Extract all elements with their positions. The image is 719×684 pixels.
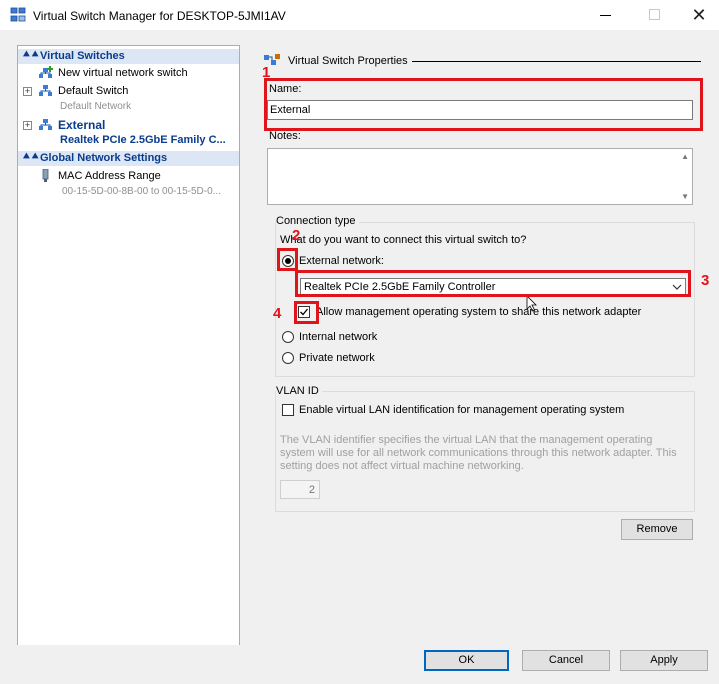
network-switch-icon [39, 85, 52, 96]
close-button[interactable]: ✕ [688, 4, 710, 26]
external-network-label: External network: [299, 255, 384, 267]
button-bar [0, 645, 719, 684]
annotation-box-4 [294, 301, 319, 324]
cancel-button[interactable]: Cancel [522, 650, 610, 671]
tree-item-new-switch[interactable]: New virtual network switch [18, 66, 239, 82]
remove-button[interactable]: Remove [621, 519, 693, 540]
tree-label: New virtual network switch [58, 67, 188, 79]
tree-item-subtext: 00-15-5D-00-8B-00 to 00-15-5D-0... [62, 186, 221, 197]
divider [412, 61, 701, 62]
notes-label: Notes: [269, 130, 301, 142]
connection-question: What do you want to connect this virtual… [280, 234, 527, 246]
vlan-id-field[interactable]: 2 [280, 480, 320, 499]
panel-title: Virtual Switch Properties [288, 55, 408, 67]
collapse-chevron-icon[interactable]: ⯅⯅ [22, 49, 40, 62]
notes-field[interactable]: ▲ ▼ [267, 148, 693, 205]
tree-item-default-switch[interactable]: + Default Switch [18, 84, 239, 100]
switch-tree: ⯅⯅ Virtual Switches New virtual network … [17, 45, 240, 647]
new-switch-icon [39, 66, 53, 78]
internal-network-radio[interactable] [282, 331, 294, 343]
tree-item-mac-range[interactable]: MAC Address Range [18, 169, 239, 185]
tree-item-external[interactable]: + External [18, 118, 239, 134]
apply-button[interactable]: Apply [620, 650, 708, 671]
vlan-id-value: 2 [308, 484, 315, 496]
section-global-network-settings[interactable]: ⯅⯅ Global Network Settings [18, 151, 239, 166]
annotation-box-2 [277, 248, 298, 271]
mac-address-icon [42, 169, 49, 182]
tree-label: MAC Address Range [58, 170, 161, 182]
tree-item-subtext: Realtek PCIe 2.5GbE Family C... [60, 134, 226, 146]
annotation-number-4: 4 [273, 305, 282, 322]
window-title: Virtual Switch Manager for DESKTOP-5JMI1… [33, 9, 286, 23]
scroll-down-icon[interactable]: ▼ [681, 192, 689, 201]
virtual-switch-manager-icon [10, 7, 26, 22]
connection-type-label: Connection type [276, 215, 359, 227]
collapse-chevron-icon[interactable]: ⯅⯅ [22, 151, 40, 164]
annotation-number-1: 1 [262, 64, 271, 81]
section-title: Global Network Settings [40, 152, 168, 164]
ok-button[interactable]: OK [424, 650, 509, 671]
expand-icon[interactable]: + [23, 87, 32, 96]
vlan-description: The VLAN identifier specifies the virtua… [280, 434, 677, 472]
annotation-box-3 [295, 270, 691, 297]
private-network-label: Private network [299, 352, 375, 364]
maximize-button[interactable] [644, 4, 666, 26]
section-virtual-switches[interactable]: ⯅⯅ Virtual Switches [18, 49, 239, 64]
minimize-button[interactable] [595, 4, 617, 26]
section-title: Virtual Switches [40, 50, 125, 62]
tree-label: Default Switch [58, 85, 129, 97]
expand-icon[interactable]: + [23, 121, 32, 130]
private-network-radio[interactable] [282, 352, 294, 364]
tree-label-selected: External [58, 118, 106, 132]
scroll-up-icon[interactable]: ▲ [681, 152, 689, 161]
allow-management-label: Allow management operating system to sha… [316, 306, 642, 318]
annotation-box-1 [264, 78, 703, 131]
annotation-number-2: 2 [292, 227, 301, 244]
vlan-label: VLAN ID [276, 385, 322, 397]
vlan-enable-checkbox[interactable] [282, 404, 294, 416]
internal-network-label: Internal network [299, 331, 378, 343]
network-switch-icon [39, 119, 52, 130]
vlan-enable-label: Enable virtual LAN identification for ma… [299, 404, 625, 416]
tree-item-subtext: Default Network [60, 101, 132, 112]
annotation-number-3: 3 [701, 272, 710, 289]
